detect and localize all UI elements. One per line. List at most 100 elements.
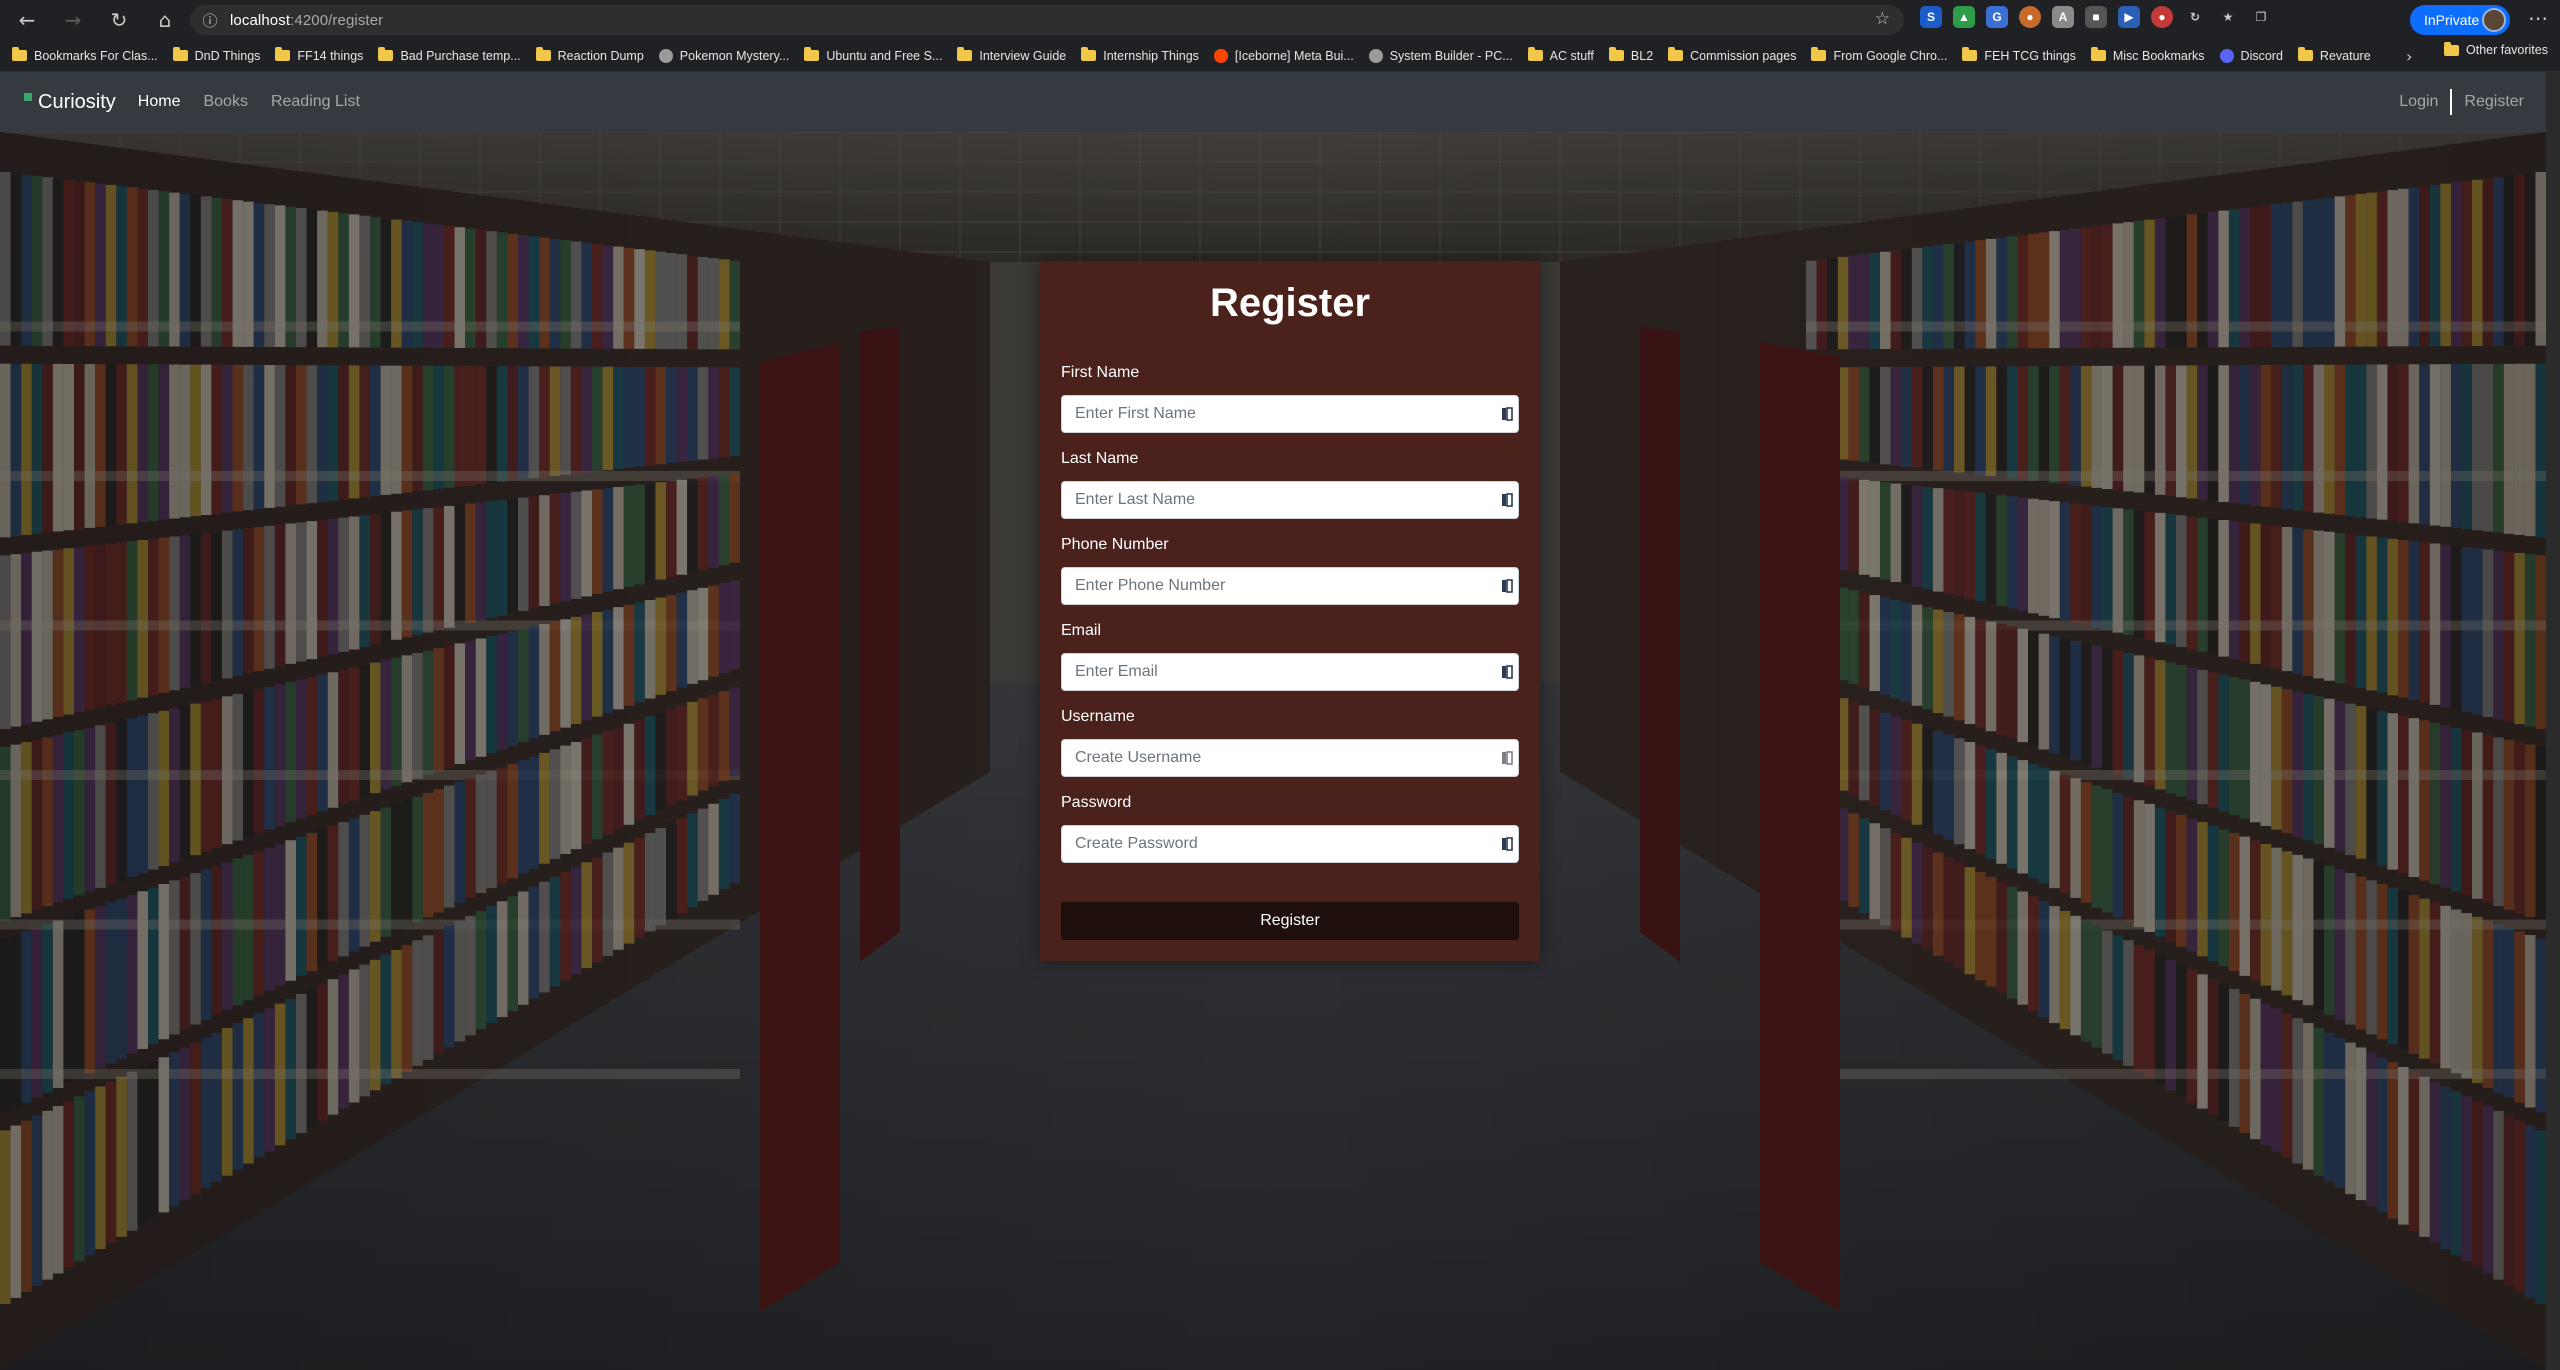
folder-icon xyxy=(1811,47,1827,61)
refresh-icon[interactable]: ↻ xyxy=(96,0,142,40)
home-icon[interactable]: ⌂ xyxy=(142,0,188,40)
folder-icon xyxy=(2297,47,2313,61)
username-label: Username xyxy=(1061,708,1135,725)
site-info-icon[interactable]: ⓘ xyxy=(190,10,230,31)
email-field[interactable] xyxy=(1062,654,1482,690)
site-icon xyxy=(658,48,673,63)
password-field[interactable] xyxy=(1062,826,1482,862)
bookmark-label: Commission pages xyxy=(1690,48,1797,63)
extension-translate-icon[interactable]: G xyxy=(1986,6,2008,28)
other-favorites[interactable]: Other favorites xyxy=(2444,41,2548,57)
register-submit-button[interactable]: Register xyxy=(1061,902,1519,940)
bookmark-label: Reaction Dump xyxy=(557,48,644,63)
password-manager-icon[interactable] xyxy=(1501,836,1513,852)
site-icon xyxy=(1368,48,1383,63)
bookmark-item[interactable]: Discord xyxy=(2219,43,2283,69)
bookmark-label: AC stuff xyxy=(1549,48,1594,63)
collections-icon[interactable]: ❐ xyxy=(2250,6,2272,28)
nav-link-reading-list[interactable]: Reading List xyxy=(271,93,360,111)
password-manager-icon[interactable] xyxy=(1501,664,1513,680)
last-name-label: Last Name xyxy=(1061,450,1139,467)
phone-number-field[interactable] xyxy=(1062,568,1482,604)
bookmarks-bar: Bookmarks For Clas... DnD Things FF14 thin… xyxy=(0,40,2560,72)
inprivate-badge[interactable]: InPrivate xyxy=(2410,5,2510,35)
bookmark-label: DnD Things xyxy=(194,48,261,63)
bookmark-item[interactable]: From Google Chro... xyxy=(1811,43,1947,69)
bookmark-item[interactable]: Bad Purchase temp... xyxy=(378,43,521,69)
phone-number-label: Phone Number xyxy=(1061,536,1169,553)
brand-mark-icon xyxy=(24,93,32,101)
password-field-wrapper xyxy=(1061,825,1519,863)
email-label: Email xyxy=(1061,622,1102,639)
bookmark-label: From Google Chro... xyxy=(1833,48,1948,63)
favorite-star-icon[interactable]: ☆ xyxy=(1875,9,1890,29)
nav-link-home[interactable]: Home xyxy=(138,93,181,111)
folder-icon xyxy=(535,47,551,61)
favorites-icon[interactable]: ★ xyxy=(2217,6,2239,28)
register-card: Register First Name Last Name Phone Numb… xyxy=(1040,261,1540,961)
bookmark-item[interactable]: FEH TCG things xyxy=(1962,43,2076,69)
nav-link-books[interactable]: Books xyxy=(203,93,247,111)
bookmark-label: Internship Things xyxy=(1103,48,1199,63)
username-field[interactable] xyxy=(1062,740,1482,776)
password-manager-icon[interactable] xyxy=(1501,578,1513,594)
bookmark-label: FEH TCG things xyxy=(1984,48,2076,63)
url-path: :4200/register xyxy=(290,11,384,29)
profile-avatar[interactable] xyxy=(2482,8,2506,32)
extension-gamepad-icon[interactable]: ■ xyxy=(2085,6,2107,28)
back-icon[interactable]: ← xyxy=(4,0,50,40)
extension-shield-icon[interactable]: ▲ xyxy=(1953,6,1975,28)
bookmark-item[interactable]: FF14 things xyxy=(275,43,363,69)
bookmark-item[interactable]: [Iceborne] Meta Bui... xyxy=(1213,43,1354,69)
extension-s-icon[interactable]: S xyxy=(1920,6,1942,28)
password-manager-icon[interactable] xyxy=(1501,406,1513,422)
last-name-field[interactable] xyxy=(1062,482,1482,518)
first-name-label: First Name xyxy=(1061,364,1140,381)
bookmark-label: Misc Bookmarks xyxy=(2112,48,2205,63)
bookmark-item[interactable]: Ubuntu and Free S... xyxy=(804,43,942,69)
extension-sync-icon[interactable]: ↻ xyxy=(2184,6,2206,28)
nav-divider xyxy=(2450,89,2453,115)
bookmark-item[interactable]: Bookmarks For Clas... xyxy=(12,43,158,69)
nav-link-register[interactable]: Register xyxy=(2464,93,2524,111)
bookmark-item[interactable]: Pokemon Mystery... xyxy=(658,43,790,69)
folder-icon xyxy=(1608,47,1624,61)
nav-link-login[interactable]: Login xyxy=(2399,93,2438,111)
extension-red-icon[interactable]: ● xyxy=(2151,6,2173,28)
bookmark-item[interactable]: Misc Bookmarks xyxy=(2090,43,2205,69)
page-scrollbar[interactable] xyxy=(2546,72,2560,1370)
bookmark-item[interactable]: System Builder - PC... xyxy=(1368,43,1513,69)
first-name-field[interactable] xyxy=(1062,396,1482,432)
bookmarks-overflow-chevron-icon[interactable]: › xyxy=(2406,47,2412,66)
bookmark-item[interactable]: Revature xyxy=(2297,43,2371,69)
forward-icon[interactable]: → xyxy=(50,0,96,40)
bookmark-item[interactable]: Reaction Dump xyxy=(535,43,644,69)
password-label: Password xyxy=(1061,794,1132,811)
brand-logo[interactable]: Curiosity xyxy=(24,91,116,114)
bookmark-item[interactable]: Internship Things xyxy=(1081,43,1199,69)
folder-icon xyxy=(172,47,188,61)
bookmark-item[interactable]: AC stuff xyxy=(1527,43,1594,69)
phone-number-field-wrapper xyxy=(1061,567,1519,605)
register-title: Register xyxy=(1209,281,1371,325)
more-menu-icon[interactable]: ⋯ xyxy=(2528,6,2548,30)
password-manager-icon[interactable] xyxy=(1501,492,1513,508)
extension-cookie-icon[interactable]: ● xyxy=(2019,6,2041,28)
extension-a-icon[interactable]: A xyxy=(2052,6,2074,28)
folder-icon xyxy=(957,47,973,61)
folder-icon xyxy=(1527,47,1543,61)
brand-name: Curiosity xyxy=(38,90,116,113)
extension-bookmark-icon[interactable]: ▶ xyxy=(2118,6,2140,28)
folder-icon xyxy=(12,47,27,61)
bookmark-item[interactable]: Commission pages xyxy=(1668,43,1796,69)
inprivate-label: InPrivate xyxy=(2424,12,2480,28)
bookmark-item[interactable]: DnD Things xyxy=(172,43,261,69)
bookmark-item[interactable]: BL2 xyxy=(1608,43,1654,69)
address-bar[interactable]: ⓘ localhost:4200/register ☆ xyxy=(190,5,1904,35)
bookmark-label: Revature xyxy=(2319,48,2371,63)
bookmark-label: Pokemon Mystery... xyxy=(679,48,790,63)
password-manager-icon[interactable] xyxy=(1501,750,1513,766)
bookmark-label: Interview Guide xyxy=(979,48,1067,63)
bookmark-item[interactable]: Interview Guide xyxy=(957,43,1066,69)
bookmark-label: BL2 xyxy=(1630,48,1654,63)
